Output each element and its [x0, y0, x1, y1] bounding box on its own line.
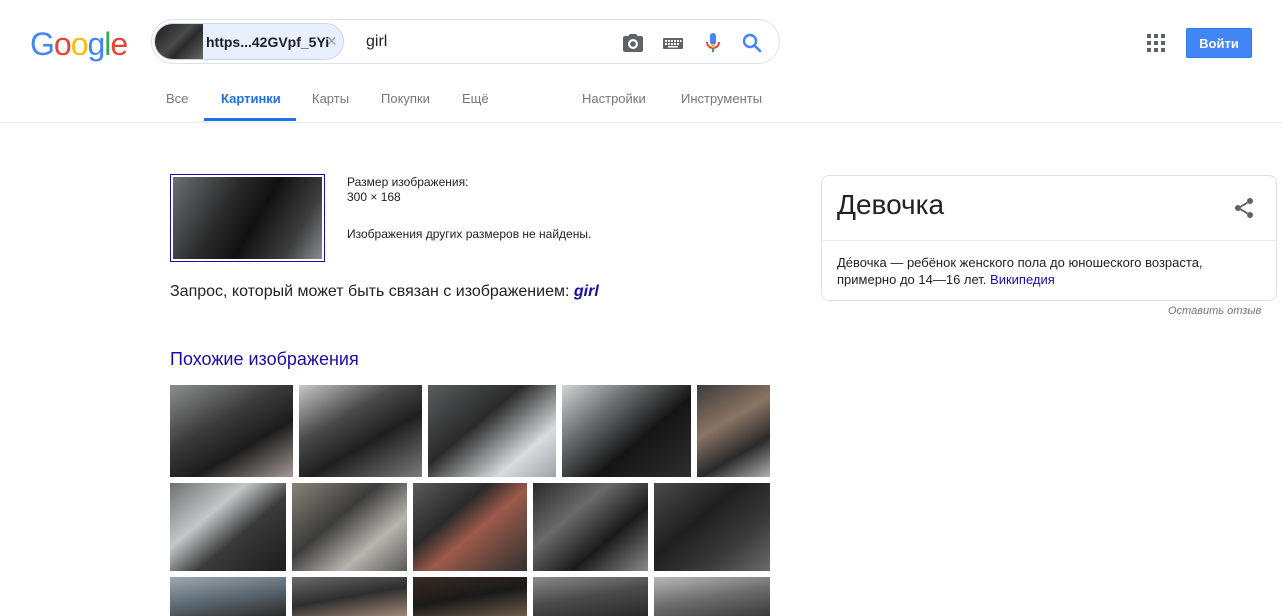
- image-size-value: 300 × 168: [347, 190, 401, 204]
- mic-icon[interactable]: [701, 31, 725, 55]
- image-size-info: Размер изображения: 300 × 168: [347, 175, 468, 205]
- similar-image[interactable]: [562, 385, 691, 477]
- similar-image[interactable]: [654, 577, 770, 616]
- similar-image[interactable]: [170, 577, 286, 616]
- knowledge-panel-description: Де́вочка — ребёнок женского пола до юнош…: [837, 254, 1217, 288]
- tab-shopping[interactable]: Покупки: [381, 91, 430, 106]
- knowledge-panel-title: Девочка: [837, 189, 945, 220]
- knowledge-panel-divider: [822, 240, 1276, 241]
- tab-tools[interactable]: Инструменты: [681, 91, 762, 106]
- logo-letter: e: [110, 26, 128, 62]
- similar-image[interactable]: [292, 577, 407, 616]
- feedback-link[interactable]: Оставить отзыв: [1168, 305, 1261, 317]
- image-size-label: Размер изображения:: [347, 175, 469, 189]
- similar-image[interactable]: [170, 483, 286, 571]
- similar-images-heading[interactable]: Похожие изображения: [170, 349, 359, 370]
- image-chip-url: https...42GVpf_5Yi: [206, 34, 330, 50]
- wikipedia-link[interactable]: Википедия: [990, 272, 1055, 287]
- logo-letter: o: [70, 26, 89, 62]
- search-tabs: Все Картинки Карты Покупки Ещё Настройки…: [0, 91, 1282, 123]
- query-image-thumbnail[interactable]: [170, 174, 325, 262]
- keyboard-icon[interactable]: [661, 31, 685, 55]
- logo-letter: o: [53, 26, 72, 62]
- search-input[interactable]: girl: [366, 33, 387, 51]
- similar-image[interactable]: [299, 385, 422, 477]
- related-query-link[interactable]: girl: [574, 283, 599, 300]
- similar-image[interactable]: [170, 385, 293, 477]
- image-chip[interactable]: https...42GVpf_5Yi ×: [154, 23, 344, 60]
- related-query: Запрос, который может быть связан с изоб…: [170, 283, 599, 301]
- similar-image[interactable]: [654, 483, 770, 571]
- similar-image[interactable]: [292, 483, 407, 571]
- tab-settings[interactable]: Настройки: [582, 91, 646, 106]
- apps-grid-icon[interactable]: [1147, 34, 1165, 52]
- similar-image[interactable]: [413, 577, 527, 616]
- active-tab-indicator: [204, 118, 296, 121]
- query-image: [173, 177, 322, 259]
- camera-icon[interactable]: [621, 31, 645, 55]
- tab-more[interactable]: Ещё: [462, 91, 489, 106]
- close-icon[interactable]: ×: [326, 31, 337, 51]
- image-chip-thumbnail: [155, 24, 203, 59]
- logo-letter: G: [30, 26, 55, 62]
- search-box[interactable]: https...42GVpf_5Yi × girl: [151, 19, 780, 64]
- tab-images[interactable]: Картинки: [221, 91, 281, 106]
- knowledge-panel: Девочка Де́вочка — ребёнок женского пола…: [821, 175, 1277, 301]
- similar-image[interactable]: [533, 483, 648, 571]
- tab-all[interactable]: Все: [166, 91, 188, 106]
- search-icon[interactable]: [740, 31, 764, 55]
- similar-image[interactable]: [428, 385, 556, 477]
- related-query-prefix: Запрос, который может быть связан с изоб…: [170, 283, 574, 300]
- similar-image[interactable]: [413, 483, 527, 571]
- similar-image[interactable]: [533, 577, 648, 616]
- logo-letter: g: [87, 26, 105, 62]
- share-icon[interactable]: [1232, 196, 1256, 220]
- other-sizes-note: Изображения других размеров не найдены.: [347, 227, 592, 241]
- signin-button[interactable]: Войти: [1186, 28, 1252, 58]
- tab-maps[interactable]: Карты: [312, 91, 349, 106]
- similar-image[interactable]: [697, 385, 770, 477]
- google-logo[interactable]: Google: [30, 26, 128, 63]
